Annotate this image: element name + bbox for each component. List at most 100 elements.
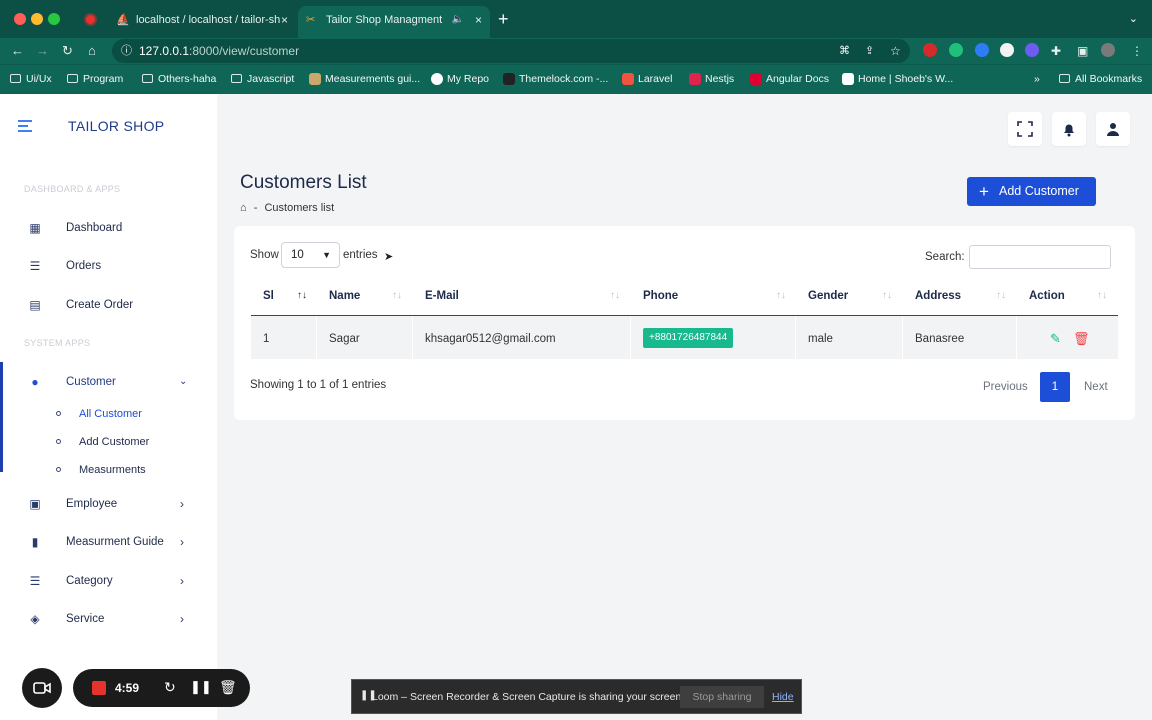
show-label: Show	[250, 249, 279, 261]
profile-button[interactable]	[1096, 112, 1130, 146]
zoom-window-button[interactable]	[48, 13, 60, 25]
address-bar[interactable]: ⓘ 127.0.0.1:8000/view/customer ⌘ ⇪ ☆	[112, 39, 910, 63]
new-tab-button[interactable]: +	[498, 9, 509, 29]
tab-phpmyadmin[interactable]: ⛵ localhost / localhost / tailor-sh ×	[108, 6, 296, 38]
page-1-button[interactable]: 1	[1040, 372, 1070, 402]
extension-white-icon[interactable]	[1000, 43, 1014, 57]
hide-button[interactable]: Hide	[772, 691, 794, 703]
translate-icon[interactable]: ⌘	[839, 39, 850, 63]
extension-purple-icon[interactable]	[1025, 43, 1039, 57]
sort-asc-icon[interactable]: ↑↓	[297, 290, 307, 301]
add-customer-button[interactable]: + Add Customer	[967, 177, 1096, 206]
share-icon[interactable]: ⇪	[865, 39, 874, 63]
extensions-puzzle-icon[interactable]: ✚	[1051, 43, 1061, 59]
stop-recording-button[interactable]	[92, 681, 106, 695]
column-header-sl[interactable]: Sl	[263, 290, 274, 302]
browser-menu-icon[interactable]: ⋮	[1131, 43, 1143, 59]
delete-icon[interactable]: 🗑	[1073, 331, 1090, 347]
tab-search-chevron-icon[interactable]: ⌄	[1129, 12, 1138, 25]
column-header-email[interactable]: E-Mail	[425, 290, 459, 302]
extension-blue-icon[interactable]	[975, 43, 989, 57]
restart-icon[interactable]: ↻	[164, 679, 176, 696]
mouse-cursor-icon: ➤	[384, 251, 394, 263]
pause-icon[interactable]: ❚❚	[190, 679, 212, 695]
sidebar-item-orders[interactable]: ☰ Orders	[0, 254, 217, 278]
bookmark-star-icon[interactable]: ☆	[890, 39, 901, 63]
column-header-action[interactable]: Action	[1029, 290, 1065, 302]
bookmark-nestjs[interactable]: Nestjs	[689, 73, 734, 85]
bookmark-program[interactable]: Program	[67, 73, 123, 85]
bookmarks-overflow-button[interactable]: »	[1021, 73, 1040, 85]
sidebar-subitem-add-customer[interactable]: Add Customer	[56, 432, 149, 452]
tab-tailor-shop[interactable]: ✂ Tailor Shop Managment 🔈 ×	[298, 6, 490, 38]
side-panel-icon[interactable]: ▣	[1077, 43, 1088, 59]
chevron-right-icon: ›	[180, 612, 184, 626]
minimize-window-button[interactable]	[31, 13, 43, 25]
extension-red-icon[interactable]	[923, 43, 937, 57]
home-icon[interactable]: ⌂	[240, 202, 247, 214]
bookmark-javascript[interactable]: Javascript	[231, 73, 294, 85]
menu-toggle-icon[interactable]	[18, 120, 32, 135]
reload-icon[interactable]: ↻	[62, 43, 73, 59]
sort-icon[interactable]: ↑↓	[610, 290, 620, 301]
bookmark-themelock[interactable]: Themelock.com -...	[503, 73, 608, 85]
notifications-button[interactable]	[1052, 112, 1086, 146]
sidebar-subitem-all-customer[interactable]: All Customer	[56, 404, 142, 424]
home-icon[interactable]: ⌂	[88, 43, 96, 59]
sidebar-item-measurment-guide[interactable]: ▮ Measurment Guide ›	[0, 530, 217, 554]
page-size-select[interactable]: 10 ▼	[281, 242, 340, 268]
site-info-icon[interactable]: ⓘ	[121, 39, 132, 63]
bookmark-ui-ux[interactable]: Ui/Ux	[10, 73, 52, 85]
close-window-button[interactable]	[14, 13, 26, 25]
sidebar-item-dashboard[interactable]: ▦ Dashboard	[0, 216, 217, 240]
sort-icon[interactable]: ↑↓	[776, 290, 786, 301]
sort-icon[interactable]: ↑↓	[996, 290, 1006, 301]
bookmark-others[interactable]: Others-haha	[142, 73, 216, 85]
previous-page-button[interactable]: Previous	[983, 381, 1028, 393]
user-icon: ●	[31, 375, 39, 389]
audio-icon[interactable]: 🔈	[452, 6, 464, 34]
folder-icon	[142, 74, 153, 83]
column-header-name[interactable]: Name	[329, 290, 360, 302]
bookmark-angular[interactable]: Angular Docs	[750, 73, 829, 85]
folder-icon	[1059, 74, 1070, 83]
sidebar-subitem-measurments[interactable]: Measurments	[56, 460, 146, 480]
bullet-icon	[56, 411, 61, 416]
sidebar-item-service[interactable]: ◈ Service ›	[0, 607, 217, 631]
close-tab-icon[interactable]: ×	[475, 6, 482, 34]
fullscreen-button[interactable]	[1008, 112, 1042, 146]
bookmark-laravel[interactable]: Laravel	[622, 73, 672, 85]
bookmarks-bar: Ui/Ux Program Others-haha Javascript Mea…	[0, 64, 1152, 94]
edit-icon[interactable]: ✎	[1050, 331, 1061, 347]
tailor-favicon-icon: ✂	[306, 14, 316, 26]
sidebar-item-customer[interactable]: ● Customer ⌄	[0, 370, 217, 394]
sidebar-item-category[interactable]: ☰ Category ›	[0, 569, 217, 593]
column-header-gender[interactable]: Gender	[808, 290, 848, 302]
video-camera-icon	[33, 682, 51, 694]
sidebar-item-employee[interactable]: ▣ Employee ›	[0, 492, 217, 516]
bookmark-measurements[interactable]: Measurements gui...	[309, 73, 420, 85]
sort-icon[interactable]: ↑↓	[882, 290, 892, 301]
sidebar-item-create-order[interactable]: ▤ Create Order	[0, 293, 217, 317]
trash-icon[interactable]: 🗑	[219, 679, 237, 696]
next-page-button[interactable]: Next	[1084, 381, 1108, 393]
profile-avatar[interactable]	[1101, 43, 1115, 57]
customers-table-card: Show 10 ▼ entries ➤ Search: Sl ↑↓ Name ↑↓…	[234, 226, 1135, 420]
sort-icon[interactable]: ↑↓	[392, 290, 402, 301]
camera-toggle-button[interactable]	[22, 668, 62, 708]
stop-sharing-button[interactable]: Stop sharing	[680, 686, 764, 708]
extension-green-icon[interactable]	[949, 43, 963, 57]
forward-icon[interactable]: →	[36, 43, 49, 59]
column-header-phone[interactable]: Phone	[643, 290, 678, 302]
box-icon: ◈	[30, 612, 40, 626]
close-tab-icon[interactable]: ×	[281, 6, 288, 34]
all-bookmarks[interactable]: All Bookmarks	[1059, 73, 1142, 85]
search-input[interactable]	[969, 245, 1111, 269]
sort-icon[interactable]: ↑↓	[1097, 290, 1107, 301]
column-header-address[interactable]: Address	[915, 290, 961, 302]
back-icon[interactable]: ←	[11, 43, 24, 59]
bookmark-my-repo[interactable]: My Repo	[431, 73, 489, 85]
bookmark-home-shoeb[interactable]: Home | Shoeb's W...	[842, 73, 953, 85]
cell-gender: male	[808, 333, 833, 345]
browser-toolbar: ← → ↻ ⌂ ⓘ 127.0.0.1:8000/view/customer ⌘…	[0, 38, 1152, 64]
